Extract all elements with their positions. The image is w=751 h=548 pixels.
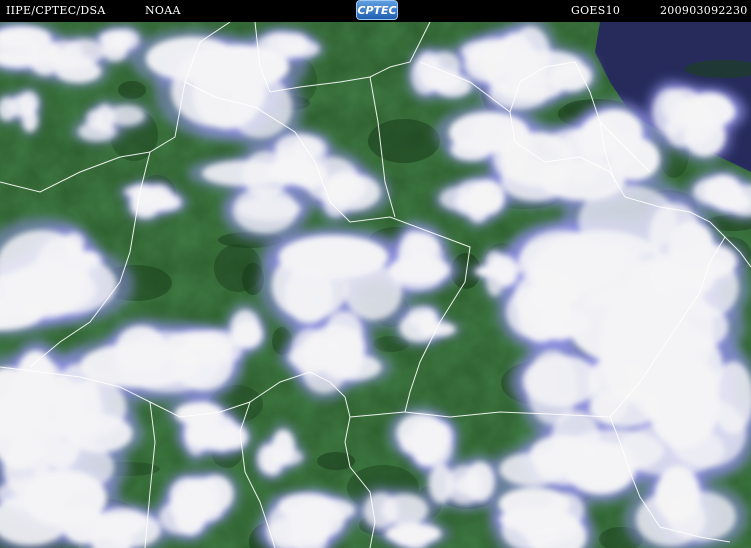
cloud-blob <box>469 179 505 215</box>
cloud-blob <box>649 202 701 267</box>
cloud-blob <box>499 507 567 532</box>
cloud-blob <box>302 347 347 394</box>
cloud-blob <box>522 355 600 407</box>
cloud-blob <box>416 435 447 462</box>
dark-forest-patch <box>118 81 146 99</box>
cloud-blob <box>412 420 449 438</box>
cloud-blob <box>110 29 140 51</box>
cloud-blob <box>501 50 538 82</box>
cloud-blob <box>518 286 564 343</box>
cloud-blob <box>450 138 493 161</box>
cloud-blob <box>693 177 740 206</box>
cloud-blob <box>145 197 181 212</box>
cloud-blob <box>683 114 726 157</box>
cloud-blob <box>489 255 516 273</box>
agency-label: IIPE/CPTEC/DSA <box>6 4 106 17</box>
cloud-blob <box>549 61 592 92</box>
cloud-blob <box>262 444 284 476</box>
cloud-blob <box>321 173 381 211</box>
cloud-blob <box>80 251 98 265</box>
cloud-blob <box>62 232 85 255</box>
satellite-map <box>0 22 751 548</box>
cloud-blob <box>232 320 263 349</box>
cloud-blob <box>45 40 83 65</box>
cloud-blob <box>169 487 215 524</box>
satellite-label: GOES10 <box>571 4 621 17</box>
cloud-blob <box>656 465 701 524</box>
image-header-bar: IIPE/CPTEC/DSA NOAA CPTEC GOES10 2009030… <box>0 0 751 22</box>
satellite-image-frame: IIPE/CPTEC/DSA NOAA CPTEC GOES10 2009030… <box>0 0 751 548</box>
cloud-blob <box>185 420 223 447</box>
cloud-blob <box>579 116 616 159</box>
cptec-logo: CPTEC <box>356 0 398 20</box>
cloud-blob <box>407 306 437 327</box>
cloud-blob <box>588 389 660 428</box>
cloud-blob <box>363 492 398 529</box>
logo-text: CPTEC <box>357 4 397 17</box>
cloud-blob <box>535 444 596 485</box>
cloud-blob <box>62 505 106 545</box>
cloud-blob <box>192 62 262 130</box>
cloud-blob <box>107 105 145 126</box>
cloud-blob <box>232 187 298 234</box>
cloud-blob <box>428 464 454 504</box>
cloud-blob <box>256 32 308 60</box>
partner-label: NOAA <box>145 4 181 17</box>
cloud-blob <box>407 234 440 261</box>
cloud-blob <box>86 109 105 129</box>
satellite-map-canvas <box>0 22 751 548</box>
timestamp-label: 200903092230 <box>660 4 748 17</box>
cloud-blob <box>393 529 423 547</box>
